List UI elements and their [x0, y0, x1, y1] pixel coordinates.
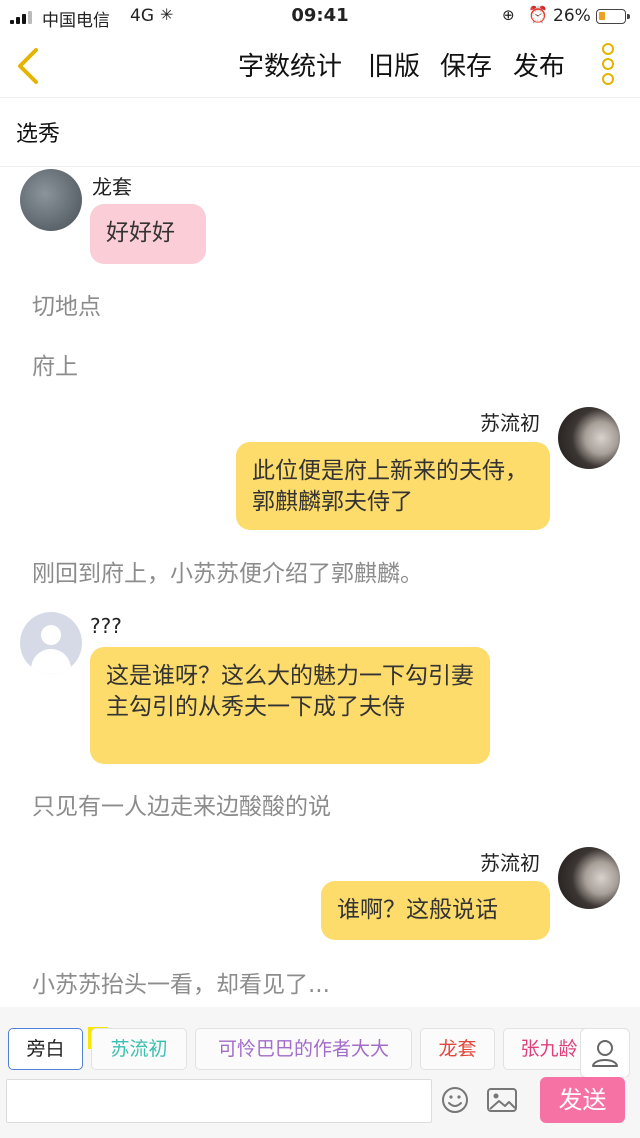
save-button[interactable]: 保存 [440, 46, 492, 83]
sender-name: ??? [90, 614, 122, 638]
publish-button[interactable]: 发布 [513, 46, 565, 83]
rotation-lock-icon: ⊕ [502, 6, 515, 24]
manage-roles-button[interactable] [580, 1028, 630, 1078]
avatar[interactable] [558, 407, 620, 469]
role-chip-author[interactable]: 可怜巴巴的作者大大 [195, 1028, 412, 1070]
role-chip-su-liuchu[interactable]: 苏流初 [91, 1028, 187, 1070]
status-bar: 中国电信 4G ✳ 09:41 ⊕ ⏰ 26% [0, 0, 640, 34]
insert-image-button[interactable] [486, 1085, 518, 1115]
narration-text[interactable]: 只见有一人边走来边酸酸的说 [32, 787, 331, 821]
composer-bar: 发送 [0, 1077, 640, 1138]
back-button[interactable] [12, 44, 46, 88]
role-chip-longtao[interactable]: 龙套 [420, 1028, 495, 1070]
role-selector-bar: 旁白 主 苏流初 可怜巴巴的作者大大 龙套 张九龄 [0, 1007, 640, 1078]
image-icon [487, 1088, 517, 1112]
narration-text[interactable]: 切地点 [32, 287, 101, 321]
message-bubble[interactable]: 谁啊？这般说话 [321, 881, 550, 940]
sender-name: 苏流初 [480, 411, 540, 435]
send-button[interactable]: 发送 [540, 1077, 625, 1123]
default-avatar-icon [41, 625, 61, 645]
editor-toolbar: 字数统计 旧版 保存 发布 [0, 34, 640, 98]
message-bubble[interactable]: 好好好 [90, 204, 206, 264]
message-bubble[interactable]: 此位便是府上新来的夫侍，郭麒麟郭夫侍了 [236, 442, 550, 530]
emoji-button[interactable] [440, 1085, 470, 1115]
narration-text[interactable]: 刚回到府上，小苏苏便介绍了郭麒麟。 [32, 554, 423, 588]
word-count-button[interactable]: 字数统计 [238, 46, 342, 83]
avatar[interactable] [20, 612, 82, 674]
message-input[interactable] [6, 1079, 432, 1123]
narration-text[interactable]: 小苏苏抬头一看，却看见了... [32, 965, 330, 999]
chapter-title[interactable]: 选秀 [16, 116, 60, 148]
narration-text[interactable]: 府上 [32, 347, 78, 381]
avatar[interactable] [20, 169, 82, 231]
battery-icon [596, 9, 630, 24]
avatar[interactable] [558, 847, 620, 909]
message-bubble[interactable]: 这是谁呀？这么大的魅力一下勾引妻主勾引的从秀夫一下成了夫侍 [90, 647, 490, 764]
emoji-icon [442, 1087, 468, 1113]
back-chevron-icon [18, 48, 38, 84]
battery-percent: 26% [553, 6, 591, 26]
old-version-button[interactable]: 旧版 [368, 46, 420, 83]
more-dots-icon [598, 43, 618, 85]
role-chip-narrator[interactable]: 旁白 [8, 1028, 83, 1070]
sender-name: 龙套 [92, 175, 132, 199]
alarm-icon: ⏰ [528, 5, 548, 24]
person-icon [592, 1040, 618, 1067]
story-chat-area[interactable]: 龙套 好好好 切地点 府上 苏流初 此位便是府上新来的夫侍，郭麒麟郭夫侍了 刚回… [0, 167, 640, 1007]
more-options-button[interactable] [598, 43, 618, 89]
sender-name: 苏流初 [480, 851, 540, 875]
